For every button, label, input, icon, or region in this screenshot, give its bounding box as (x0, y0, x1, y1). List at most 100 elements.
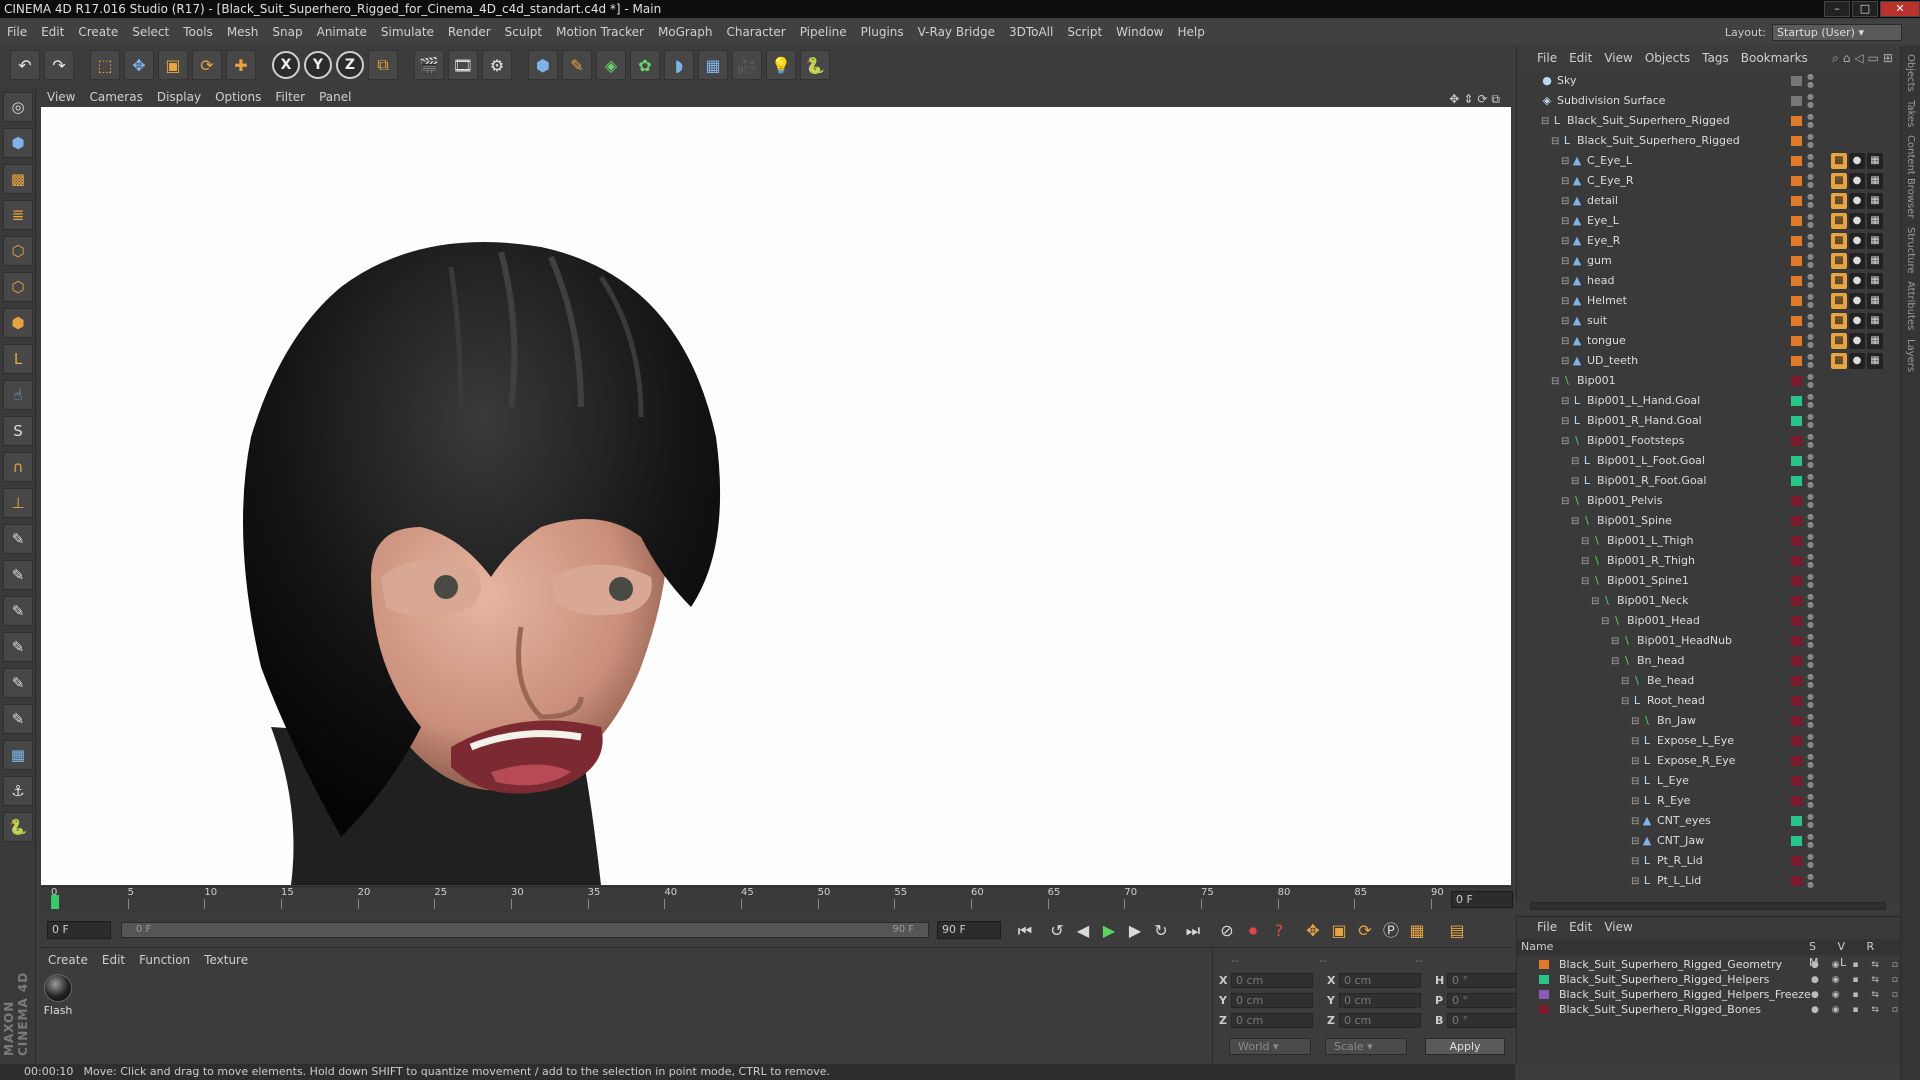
visibility-dots[interactable]: ● ● (1807, 453, 1814, 469)
key-rotation-icon[interactable]: ⟳ (1353, 919, 1377, 943)
visibility-dots[interactable]: ● ● (1807, 873, 1814, 889)
tweak-mode-button[interactable]: ☝ (3, 380, 33, 410)
deformer-button[interactable]: ◗ (664, 50, 694, 80)
layer-color-swatch[interactable] (1791, 616, 1802, 626)
pos-x-input[interactable]: 0 cm (1231, 972, 1313, 988)
texture-tag-icon[interactable]: ▩ (1831, 353, 1847, 369)
object-row[interactable]: ⊟ L Expose_R_Eye ● ● (1517, 751, 1901, 771)
material-tag-icon[interactable]: ● (1849, 253, 1865, 269)
object-menu-view[interactable]: View (1598, 46, 1638, 70)
object-row[interactable]: ⊟ \ Be_head ● ● (1517, 671, 1901, 691)
menu-file[interactable]: File (0, 20, 34, 44)
layer-menu-view[interactable]: View (1598, 917, 1638, 937)
object-row[interactable]: ⊟ \ Bip001_R_Thigh ● ● (1517, 551, 1901, 571)
object-row[interactable]: ⊟ ▲ Eye_R ● ● ▩ ● ▦ (1517, 231, 1901, 251)
object-row[interactable]: ⊟ ▲ Helmet ● ● ▩ ● ▦ (1517, 291, 1901, 311)
object-row[interactable]: ⊟ ▲ gum ● ● ▩ ● ▦ (1517, 251, 1901, 271)
next-frame-icon[interactable]: ▶ (1123, 919, 1147, 943)
visibility-dots[interactable]: ● ● (1807, 213, 1814, 229)
expand-toggle-icon[interactable]: ⊟ (1631, 752, 1641, 772)
layer-flag-icons[interactable]: ● ◉ ▪ ⇆ ▫ (1811, 1003, 1903, 1018)
visibility-dots[interactable]: ● ● (1807, 413, 1814, 429)
visibility-dots[interactable]: ● ● (1807, 733, 1814, 749)
render-settings-button[interactable]: ⚙ (482, 50, 512, 80)
object-row[interactable]: ⊟ L Bip001_R_Foot.Goal ● ● (1517, 471, 1901, 491)
texture-tag-icon[interactable]: ▩ (1831, 273, 1847, 289)
layer-color-swatch[interactable] (1539, 1005, 1549, 1014)
phong-tag-icon[interactable]: ▦ (1867, 313, 1883, 329)
visibility-dots[interactable]: ● ● (1807, 833, 1814, 849)
visibility-dots[interactable]: ● ● (1807, 253, 1814, 269)
frame-ruler[interactable]: 0 5 10 15 20 25 30 35 40 45 50 55 60 65 70 75 80 85 90 (51, 887, 1444, 913)
points-mode-button[interactable]: ⬡ (3, 236, 33, 266)
expand-toggle-icon[interactable]: ⊟ (1561, 432, 1571, 452)
visibility-dots[interactable]: ● ● (1807, 773, 1814, 789)
layer-color-swatch[interactable] (1791, 156, 1802, 166)
menu-select[interactable]: Select (125, 20, 176, 44)
object-row[interactable]: ⊟ ▲ head ● ● ▩ ● ▦ (1517, 271, 1901, 291)
menu-simulate[interactable]: Simulate (374, 20, 441, 44)
layer-row[interactable]: Black_Suit_Superhero_Rigged_Helpers ● ◉ ▪… (1517, 972, 1901, 987)
layer-flag-icons[interactable]: ● ◉ ▪ ⇆ ▫ (1811, 988, 1903, 1003)
autokeying-icon[interactable]: ? (1267, 919, 1291, 943)
object-row[interactable]: ⊟ L Black_Suit_Superhero_Rigged ● ● (1517, 131, 1901, 151)
visibility-dots[interactable]: ● ● (1807, 193, 1814, 209)
axis-mode-button[interactable]: L (3, 344, 33, 374)
expand-toggle-icon[interactable]: ⊟ (1621, 672, 1631, 692)
visibility-dots[interactable]: ● ● (1807, 473, 1814, 489)
expand-toggle-icon[interactable]: ⊟ (1551, 372, 1561, 392)
rot-p-input[interactable]: 0 ° (1447, 992, 1519, 1008)
workplane-mode-button[interactable]: ≣ (3, 200, 33, 230)
visibility-dots[interactable]: ● ● (1807, 353, 1814, 369)
layer-flag-icons[interactable]: ● ◉ ▪ ⇆ ▫ (1811, 973, 1903, 988)
object-row[interactable]: ⊟ L Bip001_L_Hand.Goal ● ● (1517, 391, 1901, 411)
layout-dropdown[interactable]: Startup (User) ▾ (1772, 23, 1902, 41)
layer-color-swatch[interactable] (1791, 696, 1802, 706)
layer-row[interactable]: Black_Suit_Superhero_Rigged_Helpers_Free… (1517, 987, 1901, 1002)
phong-tag-icon[interactable]: ▦ (1867, 353, 1883, 369)
viewport-menu-filter[interactable]: Filter (268, 87, 312, 107)
expand-toggle-icon[interactable]: ⊟ (1571, 472, 1581, 492)
phong-tag-icon[interactable]: ▦ (1867, 193, 1883, 209)
menu-script[interactable]: Script (1060, 20, 1109, 44)
key-pla-icon[interactable]: ▦ (1405, 919, 1429, 943)
object-row[interactable]: ⊟ ▲ C_Eye_L ● ● ▩ ● ▦ (1517, 151, 1901, 171)
visibility-dots[interactable]: ● ● (1807, 133, 1814, 149)
magnet-button[interactable]: ∩ (3, 452, 33, 482)
object-row[interactable]: ⊟ \ Bip001_Spine ● ● (1517, 511, 1901, 531)
subdivision-surface-button[interactable]: ◈ (596, 50, 626, 80)
rot-h-input[interactable]: 0 ° (1447, 972, 1519, 988)
visibility-dots[interactable]: ● ● (1807, 633, 1814, 649)
object-row[interactable]: ⊟ \ Bip001_Spine1 ● ● (1517, 571, 1901, 591)
layer-row[interactable]: Black_Suit_Superhero_Rigged_Geometry ● ◉ … (1517, 957, 1901, 972)
spline-pen-button[interactable]: ✎ (562, 50, 592, 80)
pos-z-input[interactable]: 0 cm (1231, 1012, 1313, 1028)
menu-create[interactable]: Create (71, 20, 125, 44)
phong-tag-icon[interactable]: ▦ (1867, 253, 1883, 269)
object-row[interactable]: ⊟ ▲ Eye_L ● ● ▩ ● ▦ (1517, 211, 1901, 231)
menu-edit[interactable]: Edit (34, 20, 71, 44)
object-row[interactable]: ⊟ L Bip001_R_Hand.Goal ● ● (1517, 411, 1901, 431)
side-tab-objects[interactable]: Objects (1905, 54, 1916, 92)
visibility-dots[interactable]: ● ● (1807, 293, 1814, 309)
model-mode-button[interactable]: ⬢ (3, 128, 33, 158)
layer-color-swatch[interactable] (1791, 76, 1802, 86)
material-menu-create[interactable]: Create (41, 950, 95, 970)
floor-button[interactable]: ▦ (698, 50, 728, 80)
undo-button[interactable]: ↶ (10, 50, 40, 80)
object-row[interactable]: ⊟ ▲ CNT_Jaw ● ● (1517, 831, 1901, 851)
material-menu-texture[interactable]: Texture (197, 950, 255, 970)
object-row[interactable]: ⊟ \ Bip001_L_Thigh ● ● (1517, 531, 1901, 551)
object-row[interactable]: ⊟ L Bip001_L_Foot.Goal ● ● (1517, 451, 1901, 471)
pose-tool-button[interactable]: ✎ (3, 704, 33, 734)
menu-render[interactable]: Render (441, 20, 498, 44)
visibility-dots[interactable]: ● ● (1807, 673, 1814, 689)
next-key-icon[interactable]: ↻ (1149, 919, 1173, 943)
record-active-objects-icon[interactable]: ⏺ (1241, 919, 1265, 943)
material-tag-icon[interactable]: ● (1849, 233, 1865, 249)
sculpt-tool-button[interactable]: ✎ (3, 668, 33, 698)
menu-motion-tracker[interactable]: Motion Tracker (549, 20, 651, 44)
expand-toggle-icon[interactable]: ⊟ (1581, 552, 1591, 572)
visibility-dots[interactable]: ● ● (1807, 513, 1814, 529)
play-forward-icon[interactable]: ▶ (1097, 919, 1121, 943)
